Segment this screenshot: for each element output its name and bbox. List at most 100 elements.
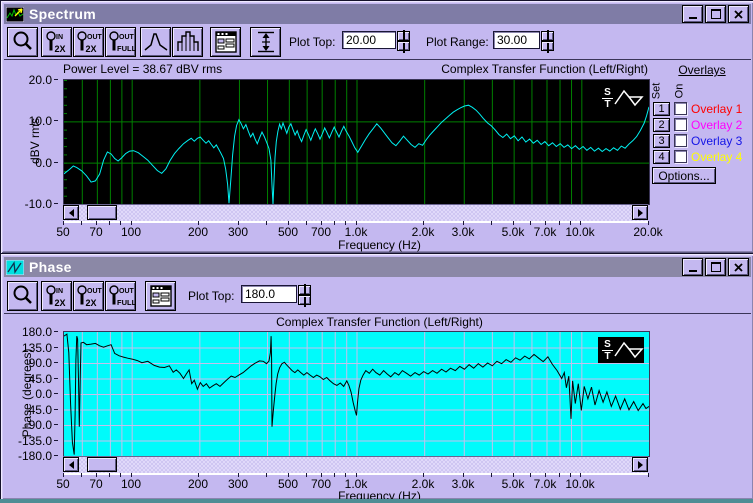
phase-y-tick-labels: 180.0135.090.045.00.0-45.0-90.0-135.0-18… [1,331,58,455]
plot-range-spin-down[interactable] [541,41,554,51]
zoom-in-2x-icon: IN 2X [43,29,70,56]
close-button[interactable] [728,258,749,276]
desktop-edge-strip [0,499,753,503]
y-tick-mark [54,362,58,363]
screen: { "spectrum_window": { "title": "Spectru… [0,0,753,503]
arrow-left-icon [65,209,74,217]
svg-text:OUT: OUT [87,288,102,295]
zoom-out-full-button[interactable]: OUT FULL [105,281,136,311]
overlay-3-set-button[interactable]: 3 [653,134,670,148]
x-tick-label: 20.0k [633,225,662,239]
scroll-right-button[interactable] [632,205,648,220]
plot-top-spin-down[interactable] [298,295,311,305]
minimize-button[interactable] [682,258,703,276]
scroll-left-button[interactable] [63,457,79,472]
plot-top-label: Plot Top: [289,35,335,49]
zoom-in-2x-button[interactable]: IN 2X [41,281,72,311]
zoom-out-full-button[interactable]: OUT FULL [105,27,136,57]
scroll-right-button[interactable] [632,457,648,472]
badge-letter-s: S [601,88,614,97]
overlay-options-button[interactable]: Options... [652,167,716,184]
y-tick-mark [54,120,58,121]
phase-window-title: Phase [29,259,72,275]
y-tick-label: -90.0 [25,418,52,432]
spectrum-plot[interactable]: S T [63,79,650,205]
close-button[interactable] [728,5,749,23]
y-tick-label: -135.0 [18,434,52,448]
overlay-3-label: Overlay 3 [691,134,742,148]
overlay-3-checkbox[interactable] [674,134,687,147]
overlay-row-1: 1 Overlay 1 [653,101,742,116]
spin-down-icon [403,43,405,53]
overlay-row-3: 3 Overlay 3 [653,133,742,148]
overlay-1-set-button[interactable]: 1 [653,102,670,116]
y-tick-label: 45.0 [29,372,52,386]
zoom-out-2x-icon: OUT 2X [75,283,102,310]
overlay-row-2: 2 Overlay 2 [653,117,742,132]
overlay-4-label: Overlay 4 [691,150,742,164]
plot-top-input[interactable] [241,285,297,303]
x-tick-mark [648,473,649,477]
overlay-2-set-button[interactable]: 2 [653,118,670,132]
badge-letter-s: S [601,340,614,349]
display-settings-button[interactable] [210,27,241,57]
phase-chart [64,332,649,456]
maximize-button[interactable] [705,258,726,276]
zoom-out-2x-icon: OUT 2X [75,29,102,56]
maximize-button[interactable] [705,5,726,23]
y-tick-mark [54,393,58,394]
overlay-2-label: Overlay 2 [691,118,742,132]
scroll-thumb[interactable] [87,205,117,220]
zoom-button[interactable] [7,281,38,311]
plot-range-spin-up[interactable] [541,31,554,41]
overlay-1-label: Overlay 1 [691,102,742,116]
x-tick-label: 5.0k [502,225,525,239]
spectrum-y-tick-labels: 20.010.00.0-10.0 [1,79,58,203]
plot-range-label: Plot Range: [426,35,489,49]
overlay-4-set-button[interactable]: 4 [653,150,670,164]
y-tick-label: 10.0 [29,114,52,128]
plot-top-spin-down[interactable] [397,41,410,51]
plot-top-spin-up[interactable] [397,31,410,41]
y-tick-mark [54,203,58,204]
plot-top-spin-up[interactable] [298,285,311,295]
zoom-in-2x-button[interactable]: IN 2X [41,27,72,57]
y-tick-mark [54,347,58,348]
x-tick-label: 3.0k [452,225,475,239]
plot-top-input[interactable] [342,31,396,49]
overlay-2-checkbox[interactable] [674,118,687,131]
y-tick-label: -45.0 [25,403,52,417]
x-tick-label: 500 [278,225,298,239]
spin-down-icon [547,43,549,53]
overlay-4-checkbox[interactable] [674,150,687,163]
spectrum-toolbar: IN 2X OUT 2X OUT FULL [4,26,751,60]
scroll-left-button[interactable] [63,205,79,220]
zoom-button[interactable] [7,27,38,57]
plot-top-spinner [397,31,410,51]
svg-text:OUT: OUT [87,34,102,41]
y-tick-label: 20.0 [29,73,52,87]
plot-range-input[interactable] [493,31,540,49]
x-tick-label: 7.0k [534,225,557,239]
maximize-icon [711,9,721,19]
minimize-icon [689,270,697,272]
bar-graph-mode-button[interactable] [172,27,203,57]
close-icon [734,10,743,19]
spectrum-app-icon [6,7,24,22]
zoom-out-2x-button[interactable]: OUT 2X [73,281,104,311]
vertical-scale-button[interactable] [250,27,281,57]
spectrum-titlebar[interactable]: Spectrum [4,4,751,24]
scroll-thumb[interactable] [87,457,117,472]
zoom-out-2x-button[interactable]: OUT 2X [73,27,104,57]
y-tick-mark [54,331,58,332]
phase-titlebar[interactable]: Phase [4,257,751,277]
phase-plot[interactable]: S T [63,331,650,457]
settings-dialog-icon [148,283,174,309]
minimize-button[interactable] [682,5,703,23]
svg-text:2X: 2X [86,44,97,54]
display-settings-button[interactable] [145,281,176,311]
overlay-1-checkbox[interactable] [674,102,687,115]
peak-curve-mode-button[interactable] [140,27,171,57]
spectrum-x-axis-title: Frequency (Hz) [63,238,648,252]
svg-text:FULL: FULL [117,298,135,307]
